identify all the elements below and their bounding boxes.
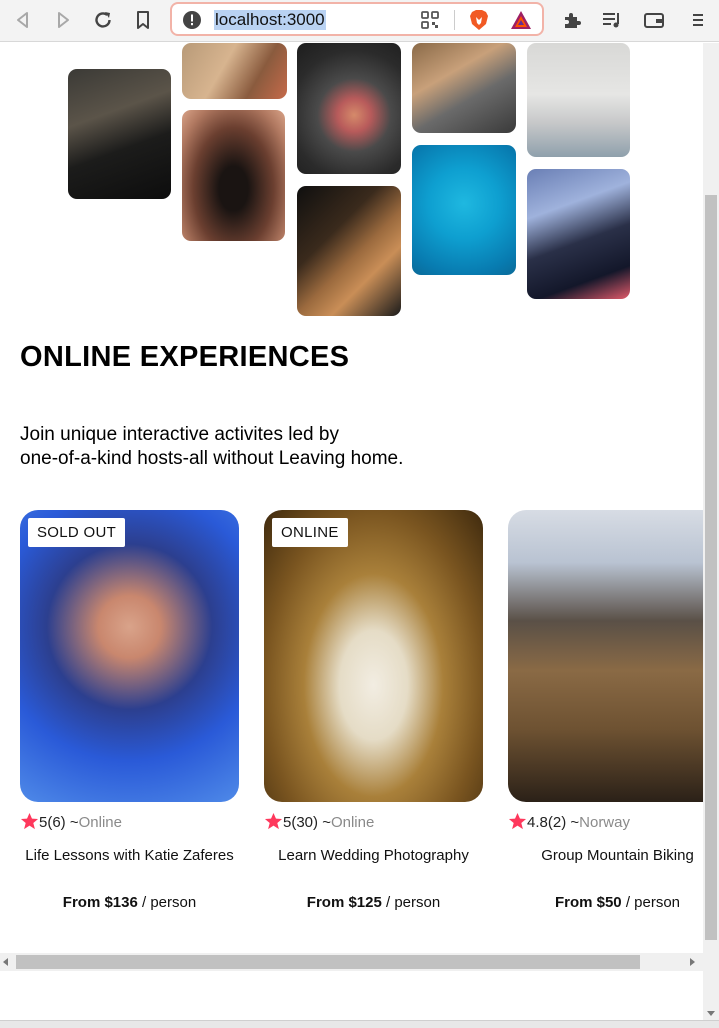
chef-photo	[182, 43, 287, 99]
price-amount: From $50	[554, 894, 622, 911]
cooking-photo	[68, 69, 171, 199]
back-icon[interactable]	[11, 8, 35, 32]
browser-toolbar: localhost:3000	[0, 0, 719, 42]
scroll-left-icon[interactable]	[3, 958, 8, 966]
card-location: Online	[78, 814, 122, 831]
card-title[interactable]: Life Lessons with Katie Zaferes	[20, 847, 239, 864]
star-icon	[264, 812, 283, 831]
star-icon	[508, 812, 527, 831]
experience-card[interactable]: SOLD OUT 5(6) ~Online Life Lessons with …	[20, 510, 239, 920]
forward-icon[interactable]	[51, 8, 75, 32]
menu-icon[interactable]	[686, 8, 703, 32]
qr-code-icon[interactable]	[420, 10, 440, 30]
meditation-photo	[527, 43, 630, 157]
review-count: (6)	[47, 814, 66, 831]
swimmer-photo	[412, 145, 516, 275]
brave-rewards-icon[interactable]	[510, 10, 532, 30]
rating-value: 4.8	[527, 814, 548, 831]
scroll-down-icon[interactable]	[707, 1011, 715, 1016]
page-title: ONLINE EXPERIENCES	[20, 341, 350, 373]
experience-card[interactable]: 4.8(2) ~Norway Group Mountain Biking Fro…	[508, 510, 703, 920]
stats-separator: ~	[322, 814, 331, 831]
card-stats: 5(6) ~Online	[20, 812, 122, 834]
card-location: Norway	[579, 814, 630, 831]
card-photo[interactable]: SOLD OUT	[20, 510, 239, 802]
card-stats: 5(30) ~Online	[264, 812, 374, 834]
experience-card[interactable]: ONLINE 5(30) ~Online Learn Wedding Photo…	[264, 510, 483, 920]
card-price: From $125 / person	[264, 894, 483, 911]
intro-line: Join unique interactive activites led by	[20, 424, 339, 445]
card-photo[interactable]: ONLINE	[264, 510, 483, 802]
wallet-icon[interactable]	[642, 8, 666, 32]
price-unit: / person	[386, 894, 441, 911]
status-badge: SOLD OUT	[28, 518, 126, 547]
review-count: (2)	[547, 814, 567, 831]
bookmark-icon[interactable]	[131, 8, 155, 32]
price-amount: From $136	[62, 894, 138, 911]
brave-shields-icon[interactable]	[468, 8, 490, 32]
horizontal-scroll-thumb[interactable]	[16, 955, 640, 969]
guitar-photo	[297, 186, 401, 316]
card-price: From $136 / person	[20, 894, 239, 911]
card-title[interactable]: Group Mountain Biking	[508, 847, 703, 864]
media-queue-icon[interactable]	[600, 8, 624, 32]
card-title[interactable]: Learn Wedding Photography	[264, 847, 483, 864]
address-bar[interactable]: localhost:3000	[170, 2, 544, 36]
doorway-dancer-photo	[182, 110, 285, 241]
intro-text: Join unique interactive activites led by…	[20, 423, 450, 471]
scroll-right-icon[interactable]	[690, 958, 695, 966]
intro-line: one-of-a-kind hosts-all without Leaving …	[20, 448, 404, 469]
review-count: (30)	[291, 814, 319, 831]
price-amount: From $125	[306, 894, 382, 911]
vertical-scrollbar[interactable]	[703, 43, 719, 1020]
status-badge: ONLINE	[272, 518, 348, 547]
plated-dish-photo	[297, 43, 401, 174]
singer-photo	[527, 169, 630, 299]
horizontal-scrollbar[interactable]	[0, 953, 703, 971]
site-info-icon[interactable]	[182, 10, 202, 30]
url-text[interactable]: localhost:3000	[214, 10, 326, 30]
card-location: Online	[330, 814, 375, 831]
stats-separator: ~	[570, 814, 580, 831]
price-unit: / person	[625, 894, 681, 911]
stats-separator: ~	[69, 814, 79, 831]
card-photo[interactable]	[508, 510, 703, 802]
card-price: From $50 / person	[508, 894, 703, 911]
piano-photo	[412, 43, 516, 133]
vertical-scroll-thumb[interactable]	[705, 195, 717, 940]
price-unit: / person	[142, 894, 197, 911]
reload-icon[interactable]	[91, 8, 115, 32]
address-bar-divider	[454, 10, 455, 30]
card-stats: 4.8(2) ~Norway	[508, 812, 630, 834]
star-icon	[20, 812, 39, 831]
extensions-icon[interactable]	[560, 8, 584, 32]
